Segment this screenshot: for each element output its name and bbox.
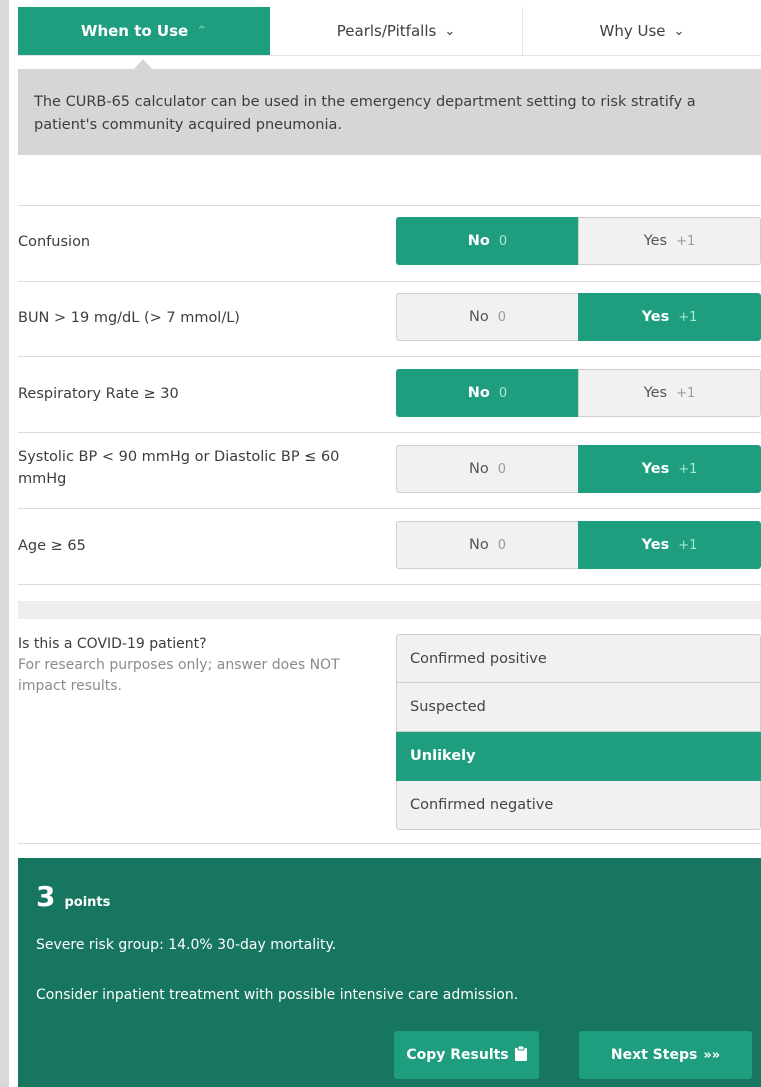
copy-results-button[interactable]: Copy Results <box>394 1031 539 1079</box>
covid-option-unlikely[interactable]: Unlikely <box>396 732 761 781</box>
confusion-toggle: No 0 Yes +1 <box>396 217 761 265</box>
tab-pearls-pitfalls[interactable]: Pearls/Pitfalls ⌄ <box>270 7 523 55</box>
confusion-no-option[interactable]: No 0 <box>396 217 578 265</box>
covid-option-confirmed-positive[interactable]: Confirmed positive <box>396 634 761 683</box>
option-label: Yes <box>641 461 670 477</box>
divider <box>18 508 761 509</box>
tab-why-use[interactable]: Why Use ⌄ <box>523 7 761 55</box>
option-label: No <box>469 461 489 477</box>
option-points: 0 <box>498 385 508 401</box>
button-label: Next Steps <box>610 1047 698 1063</box>
blood-pressure-yes-option[interactable]: Yes +1 <box>578 445 761 493</box>
covid-question-note: For research purposes only; answer does … <box>18 657 340 694</box>
chevron-down-icon: ⌄ <box>444 23 456 39</box>
tab-label: When to Use <box>80 22 189 40</box>
divider <box>18 843 761 844</box>
option-points: +1 <box>676 233 696 249</box>
divider <box>18 205 761 206</box>
option-points: 0 <box>497 309 506 325</box>
option-points: +1 <box>676 385 696 401</box>
covid-options-list: Confirmed positive Suspected Unlikely Co… <box>396 634 761 830</box>
divider <box>18 584 761 585</box>
divider <box>18 356 761 357</box>
score-display: 3 points <box>36 880 110 913</box>
respiratory-rate-yes-option[interactable]: Yes +1 <box>578 369 761 417</box>
respiratory-rate-toggle: No 0 Yes +1 <box>396 369 761 417</box>
age-no-option[interactable]: No 0 <box>396 521 578 569</box>
option-points: 0 <box>497 537 506 553</box>
tab-bar: When to Use ⌃ Pearls/Pitfalls ⌄ Why Use … <box>18 7 761 56</box>
option-label: Yes <box>643 385 668 401</box>
recommendation-text: Consider inpatient treatment with possib… <box>36 987 519 1003</box>
criterion-label-respiratory-rate: Respiratory Rate ≥ 30 <box>18 386 179 402</box>
result-panel: 3 points Severe risk group: 14.0% 30-day… <box>18 858 761 1087</box>
tab-label: Pearls/Pitfalls <box>336 22 437 40</box>
bun-yes-option[interactable]: Yes +1 <box>578 293 761 341</box>
covid-question: Is this a COVID-19 patient? For research… <box>18 634 378 697</box>
option-label: No <box>467 233 490 249</box>
score-unit: points <box>64 895 111 910</box>
respiratory-rate-no-option[interactable]: No 0 <box>396 369 578 417</box>
next-steps-button[interactable]: Next Steps »» <box>579 1031 752 1079</box>
option-points: +1 <box>678 309 698 325</box>
option-label: No <box>469 537 489 553</box>
clipboard-icon <box>514 1045 527 1065</box>
covid-option-suspected[interactable]: Suspected <box>396 683 761 732</box>
tab-label: Why Use <box>599 22 666 40</box>
divider <box>18 281 761 282</box>
when-to-use-info-panel: The CURB-65 calculator can be used in th… <box>18 69 761 155</box>
bun-toggle: No 0 Yes +1 <box>396 293 761 341</box>
criterion-label-age: Age ≥ 65 <box>18 538 86 554</box>
tab-when-to-use[interactable]: When to Use ⌃ <box>18 7 270 55</box>
blood-pressure-no-option[interactable]: No 0 <box>396 445 578 493</box>
confusion-yes-option[interactable]: Yes +1 <box>578 217 761 265</box>
chevrons-right-icon: »» <box>703 1047 721 1063</box>
option-label: Yes <box>641 309 670 325</box>
chevron-up-icon: ⌃ <box>196 23 208 39</box>
covid-question-label: Is this a COVID-19 patient? <box>18 636 207 652</box>
option-label: Yes <box>641 537 670 553</box>
option-points: +1 <box>678 461 698 477</box>
age-yes-option[interactable]: Yes +1 <box>578 521 761 569</box>
tab-pointer-arrow <box>134 59 152 69</box>
age-toggle: No 0 Yes +1 <box>396 521 761 569</box>
button-label: Copy Results <box>406 1047 509 1063</box>
blood-pressure-toggle: No 0 Yes +1 <box>396 445 761 493</box>
divider <box>18 432 761 433</box>
option-label: No <box>469 309 489 325</box>
option-points: +1 <box>678 537 698 553</box>
criterion-label-blood-pressure: Systolic BP < 90 mmHg or Diastolic BP ≤ … <box>18 449 340 487</box>
risk-group-text: Severe risk group: 14.0% 30-day mortalit… <box>36 937 337 953</box>
option-points: 0 <box>498 233 508 249</box>
option-points: 0 <box>497 461 506 477</box>
score-value: 3 <box>36 880 56 913</box>
bun-no-option[interactable]: No 0 <box>396 293 578 341</box>
option-label: No <box>467 385 490 401</box>
criterion-label-bun: BUN > 19 mg/dL (> 7 mmol/L) <box>18 310 240 326</box>
option-label: Yes <box>643 233 668 249</box>
criterion-label-confusion: Confusion <box>18 234 91 250</box>
left-edge-bar <box>0 0 9 1087</box>
section-separator <box>18 601 761 619</box>
chevron-down-icon: ⌄ <box>673 23 685 39</box>
covid-option-confirmed-negative[interactable]: Confirmed negative <box>396 781 761 830</box>
